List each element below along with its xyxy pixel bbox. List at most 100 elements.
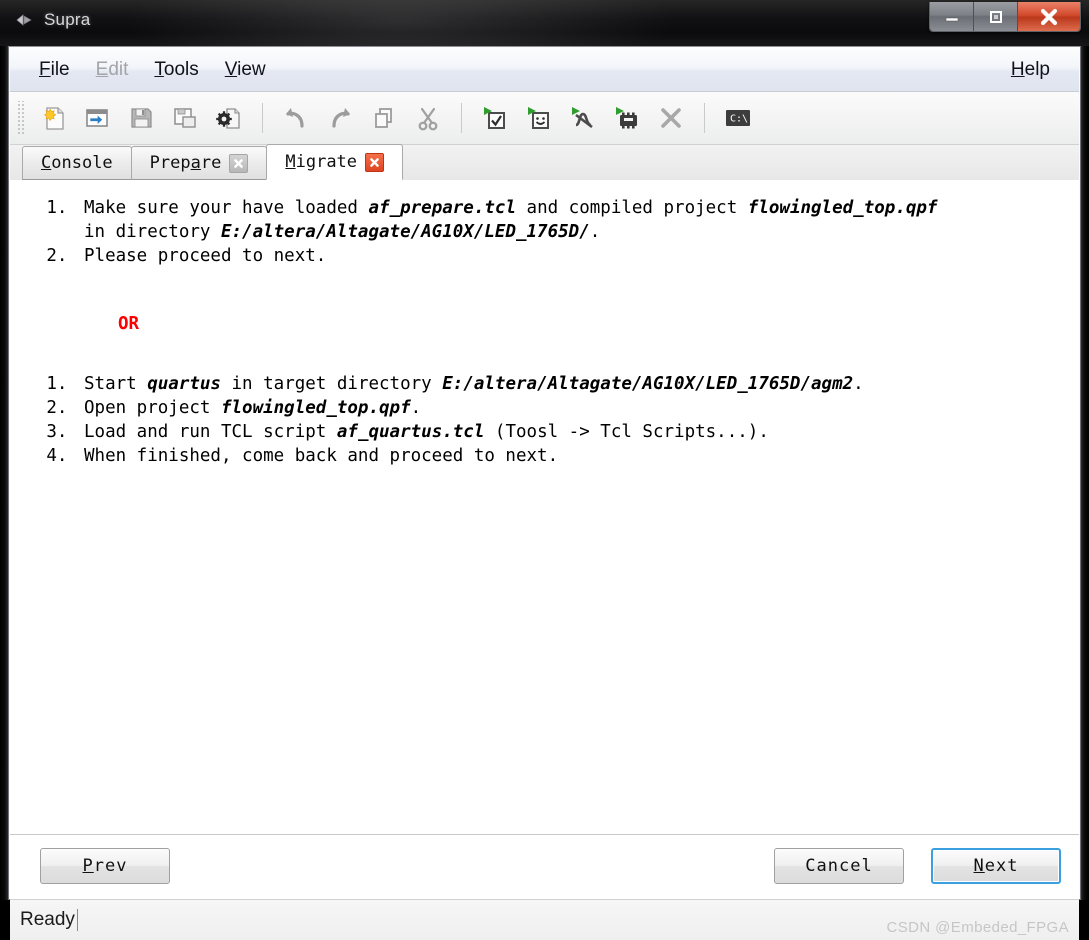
redo-button[interactable] xyxy=(318,98,362,138)
save-icon xyxy=(126,103,156,133)
menu-item-file[interactable]: File xyxy=(26,56,83,84)
instruction-text: Load and run TCL script xyxy=(84,422,337,442)
instruction-text: Make sure your have loaded xyxy=(84,198,369,218)
instruction-text: in directory xyxy=(84,222,221,242)
console-button[interactable]: C:\ xyxy=(716,98,760,138)
close-button[interactable] xyxy=(1018,2,1080,31)
instruction-list-one: Make sure your have loaded af_prepare.tc… xyxy=(10,196,1079,268)
maximize-button[interactable] xyxy=(974,2,1018,31)
application-window: Supra File Edit Tools View Help C:\ Cons… xyxy=(0,0,1089,940)
status-message: Ready xyxy=(20,909,75,930)
stop-button[interactable] xyxy=(649,98,693,138)
console-icon: C:\ xyxy=(722,105,754,131)
instruction-text: Please proceed to next. xyxy=(84,246,327,266)
run-report-icon xyxy=(523,103,555,133)
minimize-button[interactable] xyxy=(930,2,974,31)
tab-prepare[interactable]: Prepare xyxy=(130,146,268,180)
toolbar-separator-1 xyxy=(262,103,263,133)
app-diamond-icon xyxy=(14,10,34,30)
or-divider-label: OR xyxy=(118,314,140,334)
tab-migrate-label: Migrate xyxy=(285,152,358,172)
open-file-icon xyxy=(82,103,112,133)
toolbar-separator-3 xyxy=(704,103,705,133)
toolbar-grip[interactable] xyxy=(16,101,25,135)
cancel-button[interactable]: Cancel xyxy=(774,848,904,884)
undo-icon xyxy=(281,103,311,133)
window-right-shadow xyxy=(1081,46,1089,900)
instruction-text: Open project xyxy=(84,398,221,418)
instruction-emphasis: flowingled_top.qpf xyxy=(220,398,411,418)
wizard-button-bar: Prev Cancel Next xyxy=(10,835,1079,899)
instruction-text: in target directory xyxy=(220,374,443,394)
copy-icon xyxy=(369,103,399,133)
tab-strip: Console Prepare Migrate xyxy=(10,144,1079,181)
tab-console-label: Console xyxy=(41,153,113,173)
instruction-text: Start xyxy=(84,374,148,394)
prev-button-label: Prev xyxy=(82,856,128,876)
instruction-text: (Toosl -> Tcl Scripts...). xyxy=(484,422,769,442)
minimize-icon xyxy=(943,10,961,24)
run-wave-icon xyxy=(567,103,599,133)
instruction-emphasis: E:/altera/Altagate/AG10X/LED_1765D/agm2 xyxy=(442,374,854,394)
tab-console[interactable]: Console xyxy=(22,146,132,180)
instruction-emphasis: flowingled_top.qpf xyxy=(747,198,938,218)
svg-text:C:\: C:\ xyxy=(730,114,748,125)
undo-button[interactable] xyxy=(274,98,318,138)
status-caret xyxy=(76,909,78,931)
title-bar-left: Supra xyxy=(14,7,90,33)
cancel-button-label: Cancel xyxy=(805,856,873,876)
run-wave-button[interactable] xyxy=(561,98,605,138)
instruction-emphasis: quartus xyxy=(147,374,221,394)
copy-button[interactable] xyxy=(362,98,406,138)
instruction-text: . xyxy=(589,222,601,242)
instruction-item: Start quartus in target directory E:/alt… xyxy=(78,372,1079,396)
cut-button[interactable] xyxy=(406,98,450,138)
run-chip-button[interactable] xyxy=(605,98,649,138)
tab-migrate-close-icon[interactable] xyxy=(365,152,385,172)
redo-icon xyxy=(325,103,355,133)
save-as-button[interactable] xyxy=(163,98,207,138)
instruction-text: . xyxy=(410,398,422,418)
instruction-list-two: Start quartus in target directory E:/alt… xyxy=(10,372,1079,468)
prev-button[interactable]: Prev xyxy=(40,848,170,884)
run-chip-icon xyxy=(611,103,643,133)
stop-icon xyxy=(656,103,686,133)
menu-item-help[interactable]: Help xyxy=(998,56,1063,84)
instruction-emphasis: af_quartus.tcl xyxy=(336,422,485,442)
maximize-icon xyxy=(987,9,1005,25)
instruction-text: . xyxy=(853,374,864,394)
close-icon xyxy=(1037,7,1061,27)
instruction-text: When finished, come back and proceed to … xyxy=(84,446,559,466)
instruction-text: and compiled project xyxy=(516,198,748,218)
run-report-button[interactable] xyxy=(517,98,561,138)
run-check-button[interactable] xyxy=(473,98,517,138)
window-controls xyxy=(929,2,1081,32)
menu-item-view[interactable]: View xyxy=(212,56,279,84)
instruction-item: When finished, come back and proceed to … xyxy=(78,444,1079,468)
save-button[interactable] xyxy=(119,98,163,138)
new-file-icon xyxy=(38,103,68,133)
new-file-button[interactable] xyxy=(31,98,75,138)
tab-prepare-close-icon[interactable] xyxy=(229,153,249,173)
settings-file-button[interactable] xyxy=(207,98,251,138)
open-file-button[interactable] xyxy=(75,98,119,138)
status-bar: Ready CSDN @Embeded_FPGA xyxy=(10,899,1079,940)
cut-icon xyxy=(413,103,443,133)
toolbar: C:\ xyxy=(10,92,1079,145)
migrate-instructions-pane: Make sure your have loaded af_prepare.tc… xyxy=(10,180,1079,835)
instruction-item: Make sure your have loaded af_prepare.tc… xyxy=(78,196,1079,244)
menu-item-tools[interactable]: Tools xyxy=(141,56,211,84)
title-bar[interactable]: Supra xyxy=(0,0,1089,46)
tab-migrate[interactable]: Migrate xyxy=(266,144,404,180)
save-as-icon xyxy=(170,103,200,133)
window-title: Supra xyxy=(44,10,91,29)
menu-item-edit[interactable]: Edit xyxy=(83,56,142,84)
instruction-emphasis: af_prepare.tcl xyxy=(368,198,516,218)
next-button[interactable]: Next xyxy=(931,848,1061,884)
instruction-item: Load and run TCL script af_quartus.tcl (… xyxy=(78,420,1079,444)
instruction-item: Open project flowingled_top.qpf. xyxy=(78,396,1079,420)
next-button-label: Next xyxy=(973,856,1019,876)
tab-prepare-label: Prepare xyxy=(149,153,222,173)
instruction-item: Please proceed to next. xyxy=(78,244,1079,268)
watermark-label: CSDN @Embeded_FPGA xyxy=(886,919,1069,936)
